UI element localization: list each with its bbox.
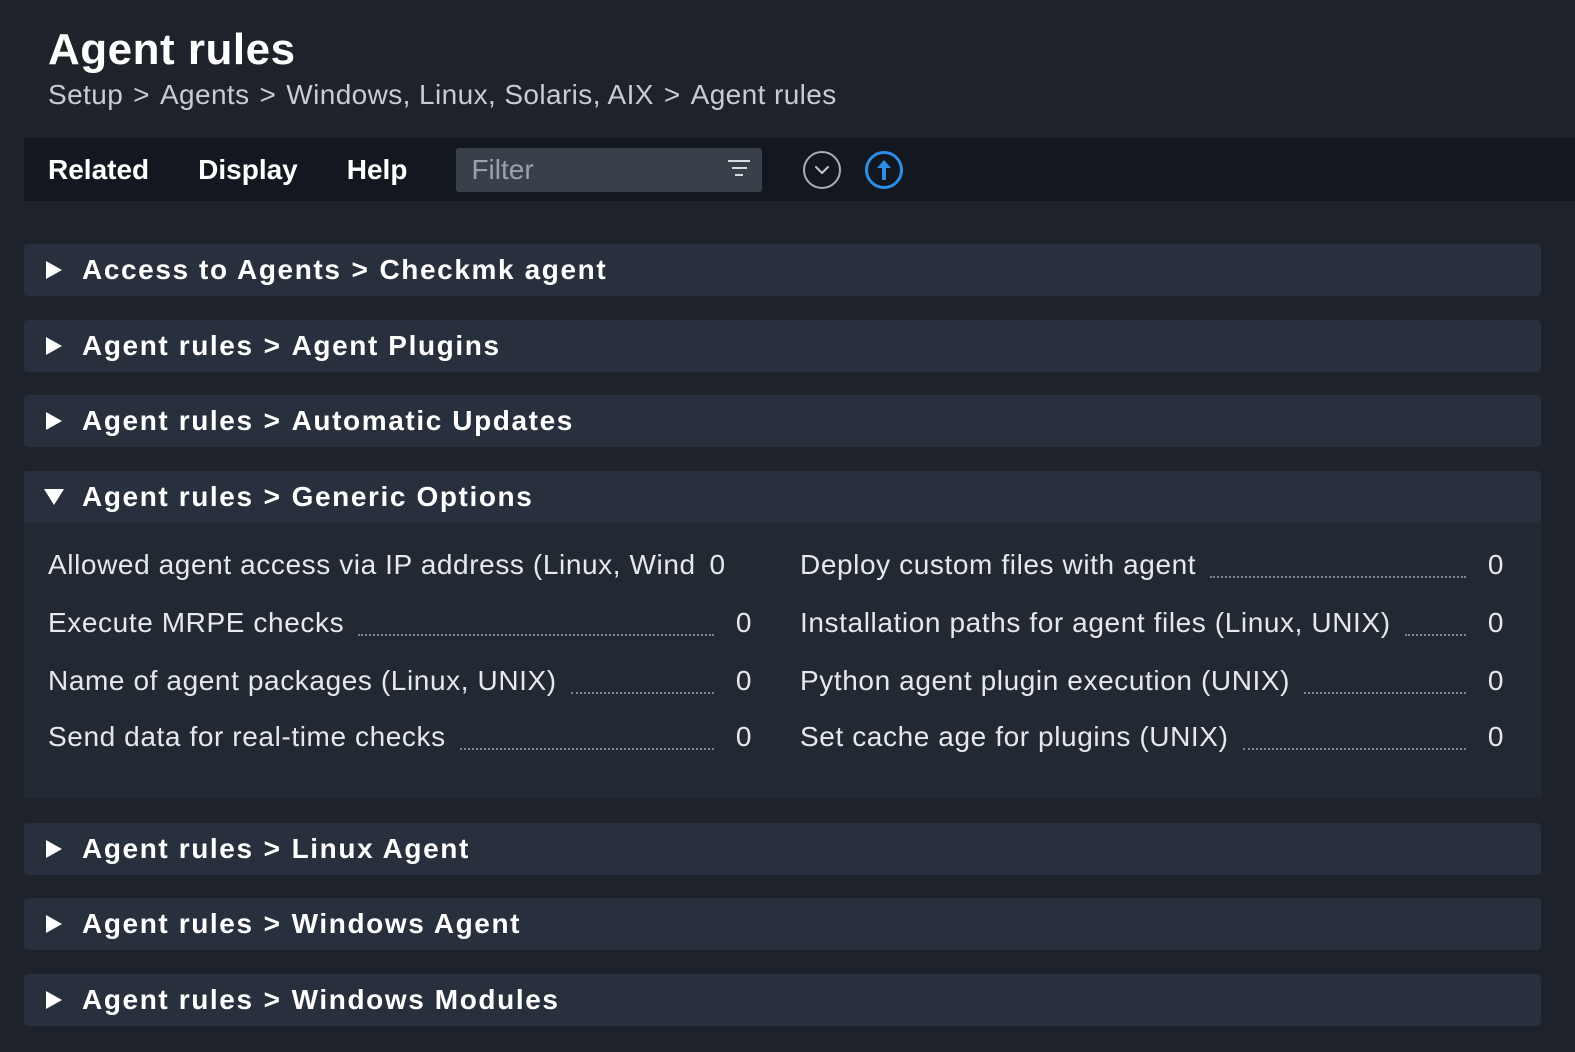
- section-header[interactable]: Agent rules > Windows Agent: [24, 898, 1541, 950]
- rule-link[interactable]: Deploy custom files with agent: [800, 549, 1196, 581]
- rule-count: 0: [735, 721, 752, 752]
- breadcrumb-item-agents[interactable]: Agents: [160, 79, 250, 110]
- section-title: Agent rules > Windows Agent: [82, 908, 522, 939]
- dotted-leader: [1304, 680, 1466, 694]
- menu-related[interactable]: Related: [48, 154, 149, 186]
- section-header[interactable]: Access to Agents > Checkmk agent: [24, 244, 1541, 296]
- section-header[interactable]: Agent rules > Linux Agent: [24, 823, 1541, 875]
- dotted-leader: [459, 736, 714, 750]
- rule-link[interactable]: Allowed agent access via IP address (Lin…: [48, 549, 696, 581]
- rule-count: 0: [1487, 549, 1504, 580]
- page-header: Agent rules Setup > Agents > Windows, Linux,…: [48, 22, 1555, 112]
- rule-row: Deploy custom files with agent 0: [800, 545, 1504, 585]
- section-title: Agent rules > Automatic Updates: [82, 405, 574, 436]
- rule-row: Name of agent packages (Linux, UNIX) 0: [48, 661, 752, 701]
- rule-count: 0: [735, 607, 752, 638]
- section-title: Agent rules > Generic Options: [82, 481, 534, 512]
- section-title: Agent rules > Agent Plugins: [82, 330, 501, 361]
- section-checkmk-agent: Access to Agents > Checkmk agent: [24, 244, 1541, 296]
- expand-triangle-icon: [46, 412, 62, 430]
- expand-triangle-icon: [46, 915, 62, 933]
- page-menu-bar: Related Display Help: [24, 138, 1575, 201]
- section-title: Access to Agents > Checkmk agent: [82, 254, 608, 285]
- page-title: Agent rules: [48, 25, 296, 74]
- section-header[interactable]: Agent rules > Generic Options: [24, 471, 1541, 523]
- section-linux-agent: Agent rules > Linux Agent: [24, 823, 1541, 875]
- collapse-triangle-icon: [44, 489, 64, 505]
- section-title: Agent rules > Windows Modules: [82, 984, 560, 1015]
- rule-count: 0: [1487, 721, 1504, 752]
- breadcrumb: Setup > Agents > Windows, Linux, Solaris, AI…: [48, 78, 1555, 112]
- collapse-all-button[interactable]: [803, 150, 842, 189]
- section-body: Allowed agent access via IP address (Lin…: [24, 523, 1541, 798]
- expand-triangle-icon: [46, 337, 62, 355]
- rule-row: Send data for real-time checks 0: [48, 717, 752, 757]
- breadcrumb-separator: >: [259, 79, 277, 110]
- section-windows-agent: Agent rules > Windows Agent: [24, 898, 1541, 950]
- rule-row: Installation paths for agent files (Linu…: [800, 603, 1504, 643]
- dotted-leader: [358, 622, 714, 636]
- menu-help[interactable]: Help: [347, 154, 408, 186]
- dotted-leader: [570, 680, 714, 694]
- section-generic-options: Agent rules > Generic Options Allowed agen…: [24, 471, 1541, 798]
- arrow-up-icon: [877, 159, 892, 180]
- rule-link[interactable]: Python agent plugin execution (UNIX): [800, 665, 1290, 697]
- breadcrumb-item-windows-linux[interactable]: Windows, Linux, Solaris, AIX: [286, 79, 654, 110]
- menu-display[interactable]: Display: [198, 154, 298, 186]
- rule-row: Allowed agent access via IP address (Lin…: [48, 545, 752, 585]
- section-header[interactable]: Agent rules > Agent Plugins: [24, 320, 1541, 372]
- section-windows-modules: Agent rules > Windows Modules: [24, 974, 1541, 1026]
- chevron-down-icon: [815, 165, 830, 174]
- expand-triangle-icon: [46, 991, 62, 1009]
- expand-triangle-icon: [46, 840, 62, 858]
- breadcrumb-separator: >: [133, 79, 150, 110]
- rule-link[interactable]: Name of agent packages (Linux, UNIX): [48, 665, 557, 697]
- section-header[interactable]: Agent rules > Windows Modules: [24, 974, 1541, 1026]
- rule-count: 0: [1487, 665, 1504, 696]
- rule-link[interactable]: Send data for real-time checks: [48, 721, 446, 753]
- expand-triangle-icon: [46, 261, 62, 279]
- breadcrumb-item-agent-rules[interactable]: Agent rules: [691, 79, 837, 110]
- rule-row: Python agent plugin execution (UNIX) 0: [800, 661, 1504, 701]
- rule-count: 0: [735, 665, 752, 696]
- dotted-leader: [1210, 564, 1466, 578]
- rule-row: Execute MRPE checks 0: [48, 603, 752, 643]
- rule-count: 0: [1487, 607, 1504, 638]
- section-agent-plugins: Agent rules > Agent Plugins: [24, 320, 1541, 372]
- filter-box: [456, 147, 763, 192]
- breadcrumb-separator: >: [663, 79, 681, 110]
- rule-count: 0: [709, 549, 726, 580]
- filter-icon[interactable]: [728, 159, 751, 180]
- section-automatic-updates: Agent rules > Automatic Updates: [24, 395, 1541, 447]
- rule-link[interactable]: Execute MRPE checks: [48, 607, 344, 639]
- rule-link[interactable]: Installation paths for agent files (Linu…: [800, 607, 1391, 639]
- section-header[interactable]: Agent rules > Automatic Updates: [24, 395, 1541, 447]
- breadcrumb-item-setup[interactable]: Setup: [48, 79, 123, 110]
- dotted-leader: [1404, 622, 1466, 636]
- rule-row: Set cache age for plugins (UNIX) 0: [800, 717, 1504, 757]
- dotted-leader: [1242, 736, 1466, 750]
- filter-input[interactable]: [471, 153, 712, 186]
- section-title: Agent rules > Linux Agent: [82, 833, 470, 864]
- rule-link[interactable]: Set cache age for plugins (UNIX): [800, 721, 1229, 753]
- upload-button[interactable]: [865, 150, 904, 189]
